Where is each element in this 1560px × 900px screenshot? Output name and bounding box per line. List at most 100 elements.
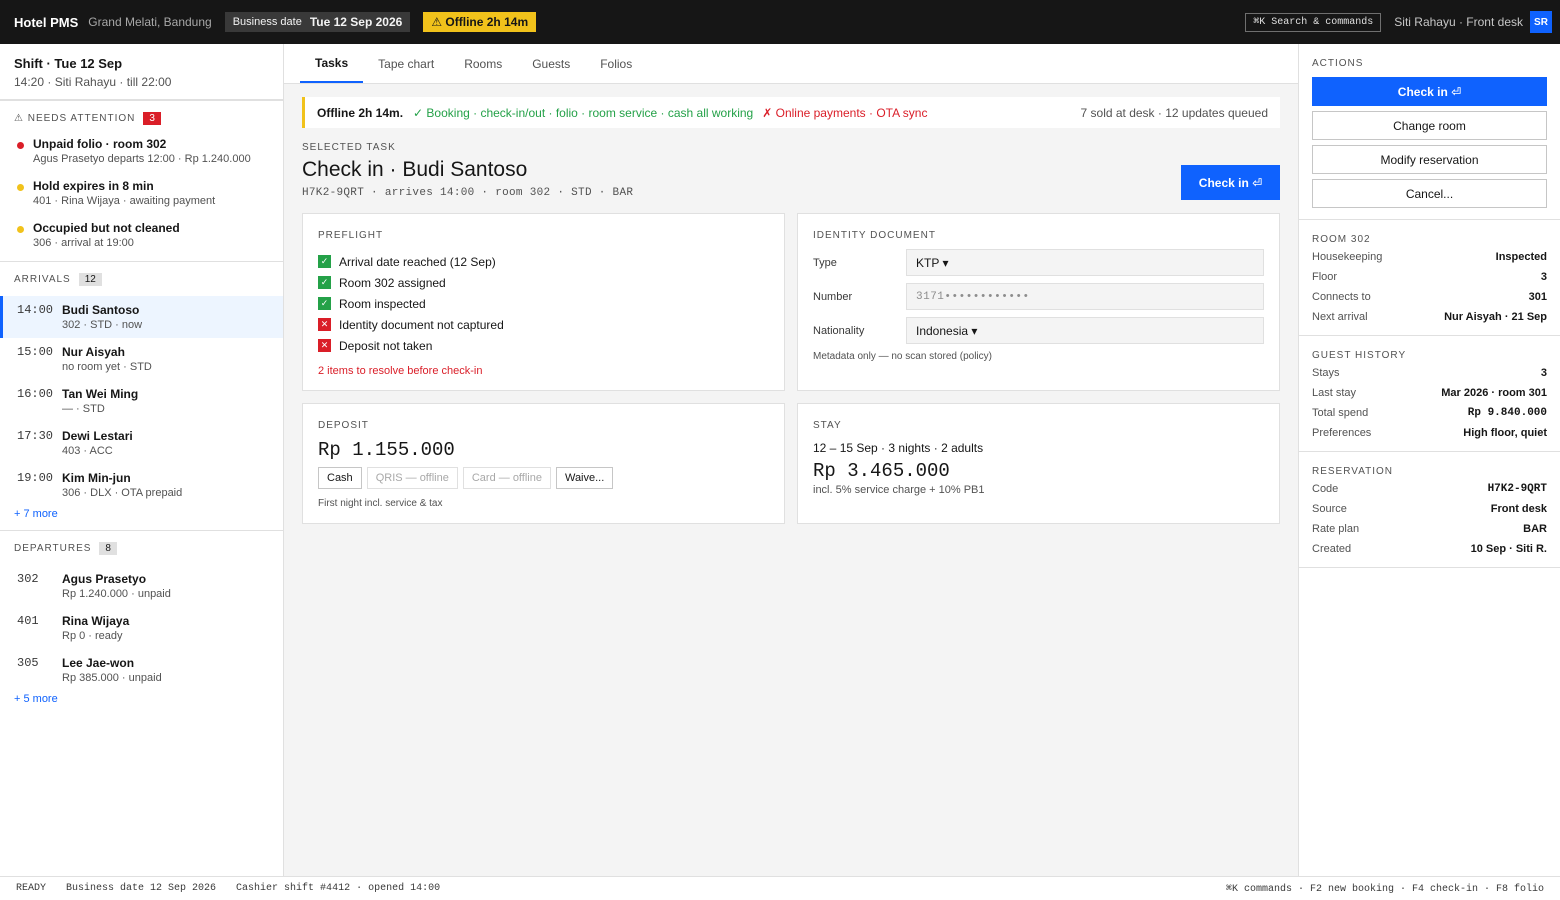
arrivals-list: 14:00 Budi Santoso 302 · STD · now 15:00…: [0, 296, 283, 506]
identity-policy-note: Metadata only — no scan stored (policy): [813, 351, 992, 362]
check-in-button[interactable]: Check in ⏎: [1181, 165, 1280, 200]
status-bar: READY Business date 12 Sep 2026 Cashier …: [0, 876, 1560, 900]
check-in-action-button[interactable]: Check in ⏎: [1312, 77, 1547, 106]
tab-rooms[interactable]: Rooms: [449, 44, 517, 83]
departure-row[interactable]: 302 Agus Prasetyo Rp 1.240.000 · unpaid: [0, 565, 283, 607]
top-bar: Hotel PMS Grand Melati, Bandung Business…: [0, 0, 1560, 44]
arrival-name: Nur Aisyah: [62, 345, 125, 359]
attention-item[interactable]: Occupied but not cleaned 306 · arrival a…: [0, 219, 283, 261]
departure-name: Rina Wijaya: [62, 614, 130, 628]
reservation-key: Source: [1312, 503, 1347, 515]
selected-task-meta: H7K2-9QRT · arrives 14:00 · room 302 · S…: [302, 187, 634, 199]
status-hotkeys: ⌘K commands · F2 new booking · F4 check-…: [1225, 883, 1544, 895]
preflight-item-text: Deposit not taken: [339, 338, 433, 353]
deposit-label: DEPOSIT: [318, 420, 369, 431]
arrival-row-selected[interactable]: 14:00 Budi Santoso 302 · STD · now: [0, 296, 283, 338]
departure-room: 302: [17, 572, 39, 586]
arrival-time: 14:00: [17, 303, 54, 317]
check-icon: ✓: [318, 276, 331, 289]
app-title: Hotel PMS: [14, 14, 79, 30]
arrival-name: Dewi Lestari: [62, 429, 133, 443]
nationality-select[interactable]: Indonesia ▾: [906, 317, 1264, 344]
id-type-select[interactable]: KTP ▾: [906, 249, 1264, 276]
reservation-value: BAR: [1523, 523, 1547, 535]
room-row: Housekeeping Inspected: [1312, 247, 1547, 267]
nationality-label: Nationality: [813, 324, 865, 337]
attention-item[interactable]: Unpaid folio · room 302 Agus Prasetyo de…: [0, 135, 283, 177]
departures-list: 302 Agus Prasetyo Rp 1.240.000 · unpaid …: [0, 565, 283, 691]
left-sidebar: Shift · Tue 12 Sep 14:20 · Siti Rahayu ·…: [0, 44, 284, 876]
check-icon: ✓: [318, 255, 331, 268]
arrival-sub: no room yet · STD: [62, 361, 152, 373]
tab-tape-chart[interactable]: Tape chart: [363, 44, 449, 83]
departures-count: 8: [99, 541, 117, 555]
banner-working: ✓ Booking · check-in/out · folio · room …: [413, 105, 754, 120]
status-cashier-shift: Cashier shift #4412 · opened 14:00: [236, 883, 441, 894]
tab-guests[interactable]: Guests: [517, 44, 585, 83]
preflight-item: ✓ Room 302 assigned: [318, 272, 769, 293]
room-row: Next arrival Nur Aisyah · 21 Sep: [1312, 307, 1547, 327]
stay-card: STAY 12 – 15 Sep · 3 nights · 2 adults R…: [797, 403, 1280, 524]
arrivals-more-link[interactable]: + 7 more: [0, 506, 283, 530]
departure-row[interactable]: 305 Lee Jae-won Rp 385.000 · unpaid: [0, 649, 283, 691]
reservation-label: RESERVATION: [1312, 466, 1394, 477]
departure-room: 401: [17, 614, 39, 628]
preflight-item: ✓ Arrival date reached (12 Sep): [318, 251, 769, 272]
needs-attention-heading: ⚠ NEEDS ATTENTION 3: [0, 101, 283, 135]
card-button: Card — offline: [462, 467, 551, 489]
arrival-name: Kim Min-jun: [62, 471, 131, 485]
cash-button[interactable]: Cash: [318, 467, 362, 489]
id-number-input[interactable]: 3171••••••••••••: [906, 283, 1264, 310]
room-label: ROOM 302: [1312, 234, 1371, 245]
arrival-sub: — · STD: [62, 403, 105, 415]
attention-title: Hold expires in 8 min: [33, 179, 154, 193]
shift-title: Shift · Tue 12 Sep: [14, 56, 123, 71]
departure-row[interactable]: 401 Rina Wijaya Rp 0 · ready: [0, 607, 283, 649]
attention-item[interactable]: Hold expires in 8 min 401 · Rina Wijaya …: [0, 177, 283, 219]
reservation-key: Rate plan: [1312, 523, 1360, 535]
reservation-row: Created 10 Sep · Siti R.: [1312, 539, 1547, 559]
departures-more-link[interactable]: + 5 more: [0, 691, 283, 715]
cancel-reservation-button[interactable]: Cancel...: [1312, 179, 1547, 208]
history-row: Total spend Rp 9.840.000: [1312, 403, 1547, 423]
history-key: Total spend: [1312, 407, 1369, 419]
arrivals-heading: ARRIVALS 12: [0, 262, 283, 296]
business-date-value: Tue 12 Sep 2026: [309, 15, 403, 29]
tab-tasks[interactable]: Tasks: [300, 44, 364, 83]
change-room-button[interactable]: Change room: [1312, 111, 1547, 140]
reservation-row: Rate plan BAR: [1312, 519, 1547, 539]
history-value: 3: [1540, 367, 1547, 379]
modify-reservation-button[interactable]: Modify reservation: [1312, 145, 1547, 174]
room-key: Connects to: [1312, 291, 1371, 303]
history-row: Last stay Mar 2026 · room 301: [1312, 383, 1547, 403]
stay-dates: 12 – 15 Sep · 3 nights · 2 adults: [813, 441, 984, 455]
id-number-row: Number 3171••••••••••••: [813, 283, 1264, 310]
history-row: Stays 3: [1312, 363, 1547, 383]
guest-history-section: GUEST HISTORY Stays 3 Last stay Mar 2026 ·…: [1299, 336, 1560, 452]
waive-button[interactable]: Waive...: [555, 467, 614, 489]
arrival-row[interactable]: 15:00 Nur Aisyah no room yet · STD: [0, 338, 283, 380]
history-value: High floor, quiet: [1463, 427, 1547, 439]
history-row: Preferences High floor, quiet: [1312, 423, 1547, 443]
stay-note: incl. 5% service charge + 10% PB1: [813, 484, 985, 496]
arrival-row[interactable]: 17:30 Dewi Lestari 403 · ACC: [0, 422, 283, 464]
arrival-row[interactable]: 16:00 Tan Wei Ming — · STD: [0, 380, 283, 422]
stay-label: STAY: [813, 420, 842, 431]
offline-banner: Offline 2h 14m. ✓ Booking · check-in/out…: [302, 97, 1280, 128]
preflight-item-text: Room inspected: [339, 296, 426, 311]
arrival-row[interactable]: 19:00 Kim Min-jun 306 · DLX · OTA prepai…: [0, 464, 283, 506]
arrival-sub: 302 · STD · now: [62, 319, 143, 331]
room-key: Floor: [1312, 271, 1338, 283]
attention-title: Occupied but not cleaned: [33, 221, 180, 235]
search-commands-button[interactable]: ⌘K Search & commands: [1245, 12, 1382, 32]
selected-task-title: Check in · Budi Santoso: [302, 158, 528, 181]
arrival-time: 16:00: [17, 387, 54, 401]
attention-sub: 401 · Rina Wijaya · awaiting payment: [33, 195, 216, 207]
banner-queue-status: 7 sold at desk · 12 updates queued: [1080, 105, 1268, 120]
departure-name: Agus Prasetyo: [62, 572, 147, 586]
tab-folios[interactable]: Folios: [585, 44, 647, 83]
avatar[interactable]: SR: [1530, 11, 1552, 33]
room-section: ROOM 302 Housekeeping Inspected Floor 3 Co…: [1299, 220, 1560, 336]
user-name[interactable]: Siti Rahayu · Front desk: [1394, 15, 1523, 29]
id-number-label: Number: [813, 290, 853, 303]
